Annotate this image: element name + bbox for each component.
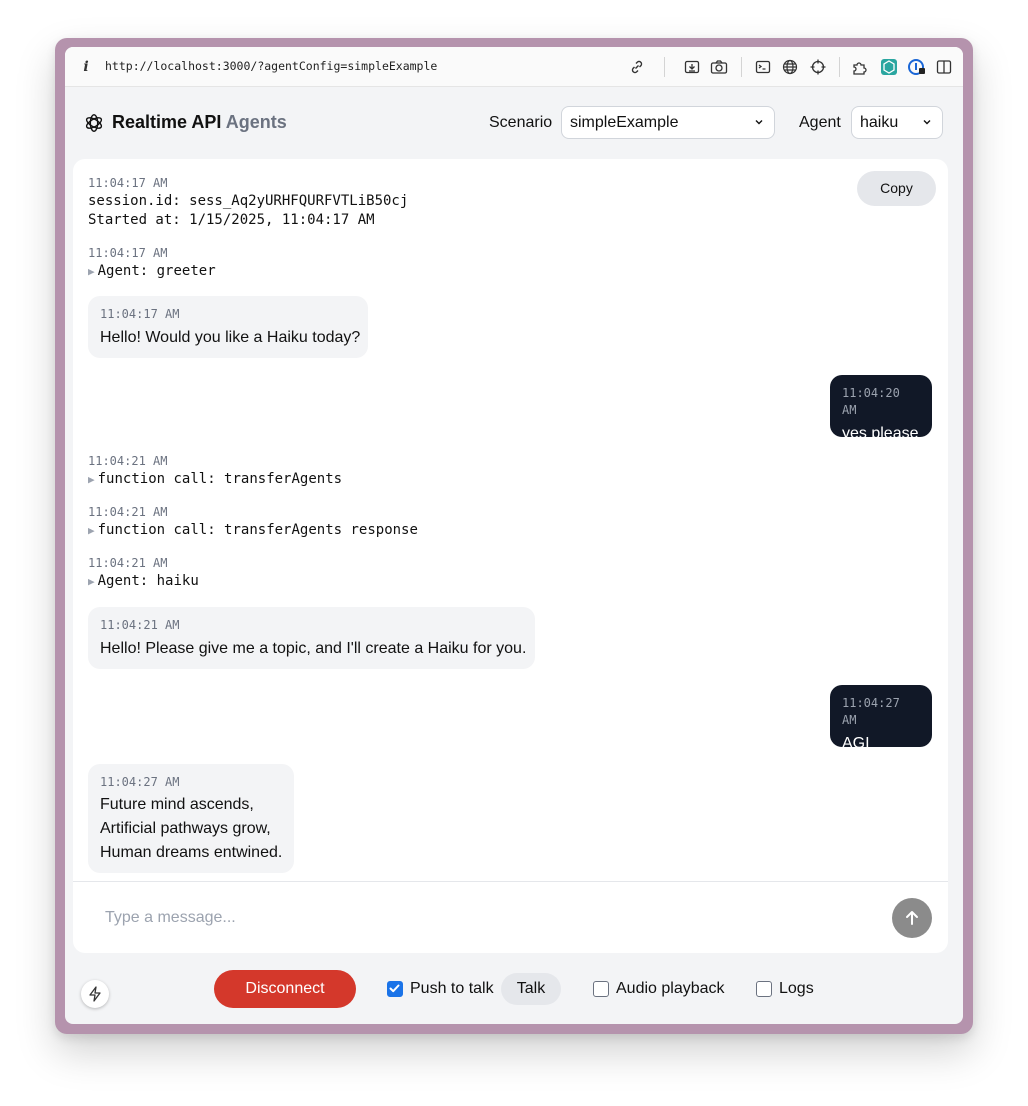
scenario-value: simpleExample — [570, 114, 679, 131]
message-text: yes please — [842, 425, 919, 442]
app-title: Realtime API Agents — [112, 112, 287, 133]
expand-triangle-icon[interactable]: ▶ — [88, 524, 95, 537]
expand-triangle-icon[interactable]: ▶ — [88, 473, 95, 486]
app-header: Realtime API Agents Scenario simpleExamp… — [65, 87, 963, 159]
log-timestamp: 11:04:17 AM — [88, 246, 168, 260]
log-text: Agent: greeter — [97, 263, 216, 279]
bottom-toolbar: Disconnect Push to talk Talk Audio playb… — [65, 962, 963, 1024]
push-to-talk-checkbox[interactable] — [387, 981, 403, 997]
copy-button[interactable]: Copy — [857, 171, 936, 206]
agent-label: Agent — [799, 114, 841, 131]
log-timestamp: 11:04:17 AM — [88, 176, 168, 190]
message-text: AGI — [842, 735, 870, 752]
message-timestamp: 11:04:27 AM — [842, 696, 900, 727]
agent-select[interactable]: haiku — [851, 106, 943, 139]
sidebar-toggle-icon[interactable] — [934, 57, 954, 77]
expand-triangle-icon[interactable]: ▶ — [88, 575, 95, 588]
assistant-message: 11:04:17 AM Hello! Would you like a Haik… — [88, 296, 368, 358]
session-id-line: session.id: sess_Aq2yURHFQURFVTLiB50cj — [88, 193, 409, 209]
haiku-line: Artificial pathways grow, — [100, 820, 271, 837]
scenario-label: Scenario — [489, 114, 553, 131]
screenshot-download-icon[interactable] — [682, 57, 702, 77]
assistant-message: 11:04:27 AM Future mind ascends, Artific… — [88, 764, 294, 873]
message-input-row — [73, 881, 948, 953]
haiku-line: Human dreams entwined. — [100, 844, 283, 861]
scenario-select[interactable]: simpleExample — [561, 106, 775, 139]
globe-icon[interactable] — [780, 57, 800, 77]
log-entry[interactable]: 11:04:21 AM ▶ Agent: haiku — [88, 555, 199, 591]
app-title-suffix: Agents — [225, 112, 287, 132]
message-timestamp: 11:04:21 AM — [100, 618, 180, 632]
message-text: Hello! Would you like a Haiku today? — [100, 329, 361, 346]
app-title-main: Realtime API — [112, 112, 222, 132]
chevron-down-icon — [755, 120, 763, 125]
audio-playback-checkbox[interactable] — [593, 981, 609, 997]
arrow-up-icon — [906, 911, 918, 925]
bolt-icon — [89, 986, 101, 1002]
message-timestamp: 11:04:17 AM — [100, 307, 180, 321]
session-started-line: Started at: 1/15/2025, 11:04:17 AM — [88, 212, 375, 228]
onepassword-icon[interactable] — [907, 57, 927, 77]
talk-button[interactable]: Talk — [501, 973, 561, 1005]
checkmark-icon — [389, 984, 400, 993]
site-info-icon[interactable]: i — [81, 57, 91, 77]
cube-extension-icon[interactable] — [879, 57, 899, 77]
message-input[interactable] — [91, 902, 851, 934]
log-text: function call: transferAgents response — [97, 522, 418, 538]
address-bar[interactable]: i http://localhost:3000/?agentConfig=sim… — [65, 47, 963, 87]
agent-value: haiku — [860, 114, 899, 131]
message-text: Hello! Please give me a topic, and I'll … — [100, 640, 527, 657]
log-entry[interactable]: 11:04:21 AM ▶ function call: transferAgen… — [88, 504, 418, 540]
message-timestamp: 11:04:20 AM — [842, 386, 900, 417]
url-text[interactable]: http://localhost:3000/?agentConfig=simpl… — [105, 59, 437, 73]
logs-label[interactable]: Logs — [779, 980, 814, 998]
log-text: Agent: haiku — [97, 573, 199, 589]
openai-logo-icon — [85, 114, 103, 132]
logs-checkbox[interactable] — [756, 981, 772, 997]
link-icon[interactable] — [627, 57, 647, 77]
transcript-panel: Copy 11:04:17 AM session.id: sess_Aq2yUR… — [73, 159, 948, 953]
chevron-down-icon — [923, 120, 931, 125]
message-timestamp: 11:04:27 AM — [100, 775, 180, 789]
log-text: function call: transferAgents — [97, 471, 343, 487]
send-button[interactable] — [892, 898, 932, 938]
log-timestamp: 11:04:21 AM — [88, 505, 168, 519]
terminal-icon[interactable] — [753, 57, 773, 77]
log-entry[interactable]: 11:04:17 AM ▶ Agent: greeter — [88, 245, 216, 281]
camera-icon[interactable] — [709, 57, 729, 77]
haiku-line: Future mind ascends, — [100, 796, 254, 813]
user-message: 11:04:27 AM AGI — [830, 685, 932, 752]
browser-window: i http://localhost:3000/?agentConfig=sim… — [65, 47, 963, 1024]
session-log: 11:04:17 AM session.id: sess_Aq2yURHFQUR… — [88, 175, 408, 230]
log-timestamp: 11:04:21 AM — [88, 556, 168, 570]
bolt-button[interactable] — [81, 980, 109, 1008]
audio-playback-label[interactable]: Audio playback — [616, 980, 725, 998]
crosshair-icon[interactable] — [808, 57, 828, 77]
log-timestamp: 11:04:21 AM — [88, 454, 168, 468]
assistant-message: 11:04:21 AM Hello! Please give me a topi… — [88, 607, 535, 669]
extension-puzzle-icon[interactable] — [851, 57, 871, 77]
expand-triangle-icon[interactable]: ▶ — [88, 265, 95, 278]
log-entry[interactable]: 11:04:21 AM ▶ function call: transferAgen… — [88, 453, 342, 489]
disconnect-button[interactable]: Disconnect — [214, 970, 356, 1008]
push-to-talk-label[interactable]: Push to talk — [410, 980, 494, 998]
user-message: 11:04:20 AM yes please — [830, 375, 932, 442]
